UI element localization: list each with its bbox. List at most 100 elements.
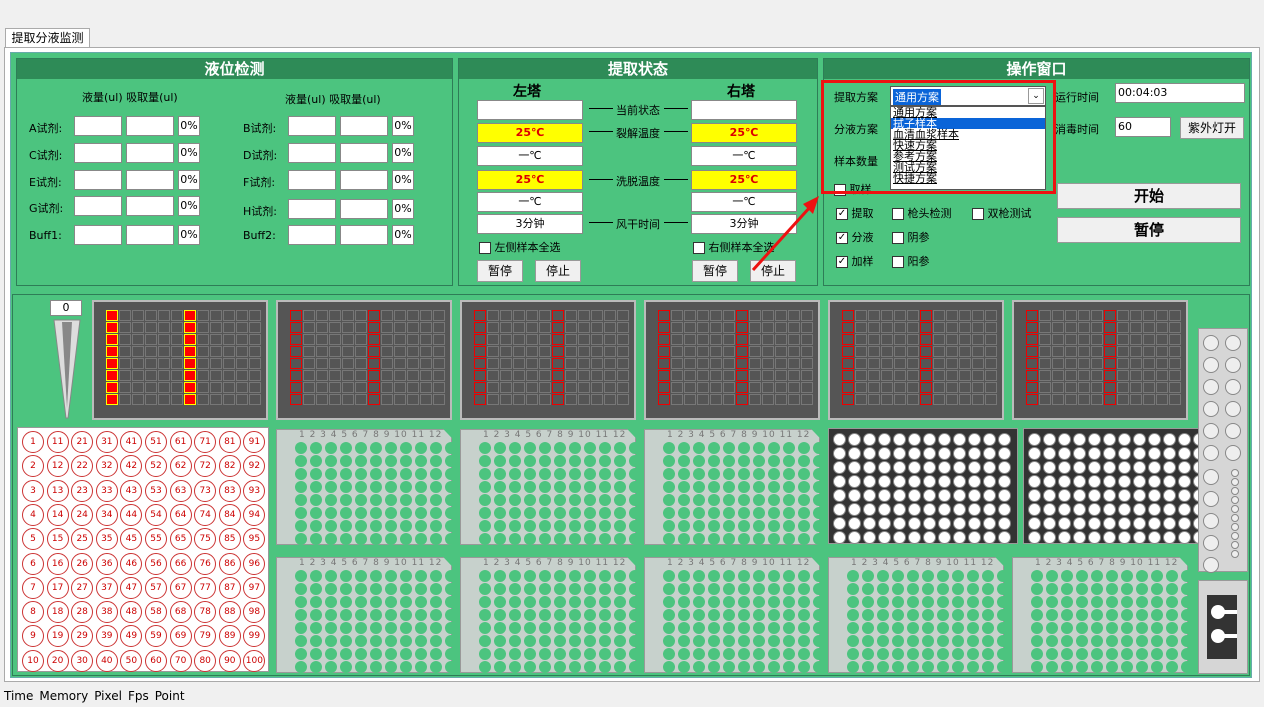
draw-volume-field[interactable] [126,170,174,190]
sample-tube[interactable]: 90 [218,649,241,672]
pause-button[interactable]: 暂停 [1057,217,1241,243]
sample-tube[interactable]: 5 [22,528,44,551]
sample-tube[interactable]: 75 [194,528,217,551]
sample-tube[interactable]: 94 [243,503,266,526]
sample-tube[interactable]: 10 [22,649,44,672]
draw-volume-field[interactable] [340,170,388,190]
draw-volume-field[interactable] [340,116,388,136]
sample-tube[interactable]: 78 [194,601,217,624]
sample-tube[interactable]: 76 [194,552,217,575]
sample-tube[interactable]: 80 [194,649,217,672]
sample-tube[interactable]: 12 [46,455,69,478]
sample-tube[interactable]: 2 [22,455,44,478]
sample-tube[interactable]: 86 [218,552,241,575]
sample-tube[interactable]: 52 [145,455,167,478]
option-checkbox[interactable]: 阴参 [892,229,930,245]
draw-volume-field[interactable] [126,116,174,136]
option-checkbox[interactable]: 枪头检测 [892,205,952,221]
sample-tube[interactable]: 64 [169,503,192,526]
left-stop-button[interactable]: 停止 [535,260,581,282]
sample-tube[interactable]: 8 [22,601,44,624]
sample-tube[interactable]: 26 [71,552,94,575]
sample-tube[interactable]: 28 [71,601,94,624]
draw-volume-field[interactable] [126,196,174,216]
sample-tube[interactable]: 87 [218,576,241,599]
left-pause-button[interactable]: 暂停 [477,260,523,282]
sample-tube[interactable]: 23 [71,479,94,502]
sample-tube[interactable]: 17 [46,576,69,599]
sample-tube[interactable]: 24 [71,503,94,526]
draw-volume-field[interactable] [340,199,388,219]
sample-tube[interactable]: 6 [22,552,44,575]
liquid-volume-field[interactable] [288,199,336,219]
sample-tube[interactable]: 98 [243,601,266,624]
sample-tube[interactable]: 25 [71,528,94,551]
sample-tube[interactable]: 4 [22,503,44,526]
sample-tube[interactable]: 88 [218,601,241,624]
right-pause-button[interactable]: 暂停 [692,260,738,282]
sample-tube[interactable]: 79 [194,625,217,648]
sample-tube[interactable]: 100 [243,649,266,672]
sample-tube[interactable]: 73 [194,479,217,502]
liquid-volume-field[interactable] [288,143,336,163]
disinfect-time-field[interactable]: 60 [1115,117,1171,137]
sample-tube[interactable]: 77 [194,576,217,599]
sample-tube[interactable]: 18 [46,601,69,624]
sample-tube[interactable]: 49 [120,625,143,648]
sample-tube[interactable]: 11 [46,431,69,453]
sample-tube[interactable]: 37 [95,576,118,599]
sample-tube[interactable]: 53 [145,479,167,502]
sample-tube[interactable]: 51 [145,431,167,453]
sample-tube[interactable]: 85 [218,528,241,551]
sample-tube[interactable]: 36 [95,552,118,575]
sample-tube[interactable]: 21 [71,431,94,453]
sample-tube[interactable]: 14 [46,503,69,526]
draw-volume-field[interactable] [126,143,174,163]
sample-tube[interactable]: 20 [46,649,69,672]
sample-tube[interactable]: 19 [46,625,69,648]
liquid-volume-field[interactable] [74,225,122,245]
sample-tube[interactable]: 65 [169,528,192,551]
sample-tube[interactable]: 68 [169,601,192,624]
sample-tube[interactable]: 3 [22,479,44,502]
left-select-all[interactable]: 左侧样本全选 [479,239,561,255]
sample-tube[interactable]: 60 [145,649,167,672]
sample-tube[interactable]: 40 [95,649,118,672]
sample-tube[interactable]: 70 [169,649,192,672]
sample-tube[interactable]: 81 [218,431,241,453]
sample-tube[interactable]: 69 [169,625,192,648]
sample-tube[interactable]: 50 [120,649,143,672]
sample-tube[interactable]: 89 [218,625,241,648]
liquid-volume-field[interactable] [74,170,122,190]
sample-tube[interactable]: 22 [71,455,94,478]
scheme-option[interactable]: 快捷方案 [891,173,1045,184]
sample-tube[interactable]: 96 [243,552,266,575]
option-checkbox[interactable]: ✓ 加样 [836,253,874,269]
sample-tube[interactable]: 92 [243,455,266,478]
sample-tube[interactable]: 62 [169,455,192,478]
sample-tube[interactable]: 15 [46,528,69,551]
start-button[interactable]: 开始 [1057,183,1241,209]
sample-tube[interactable]: 71 [194,431,217,453]
sample-tube[interactable]: 13 [46,479,69,502]
sample-tube[interactable]: 39 [95,625,118,648]
sample-tube[interactable]: 27 [71,576,94,599]
sample-tube[interactable]: 16 [46,552,69,575]
sample-tube[interactable]: 99 [243,625,266,648]
sample-tube[interactable]: 1 [22,431,44,453]
sample-tube[interactable]: 93 [243,479,266,502]
sample-tube[interactable]: 97 [243,576,266,599]
option-checkbox[interactable]: 阳参 [892,253,930,269]
sample-tube[interactable]: 84 [218,503,241,526]
sample-tube[interactable]: 47 [120,576,143,599]
sample-tube[interactable]: 48 [120,601,143,624]
tab-extract-monitor[interactable]: 提取分液监测 [5,28,90,48]
draw-volume-field[interactable] [340,143,388,163]
liquid-volume-field[interactable] [288,225,336,245]
liquid-volume-field[interactable] [288,170,336,190]
sample-tube[interactable]: 57 [145,576,167,599]
sample-tube[interactable]: 45 [120,528,143,551]
run-time-field[interactable]: 00:04:03 [1115,83,1245,103]
liquid-volume-field[interactable] [288,116,336,136]
sample-tube[interactable]: 30 [71,649,94,672]
